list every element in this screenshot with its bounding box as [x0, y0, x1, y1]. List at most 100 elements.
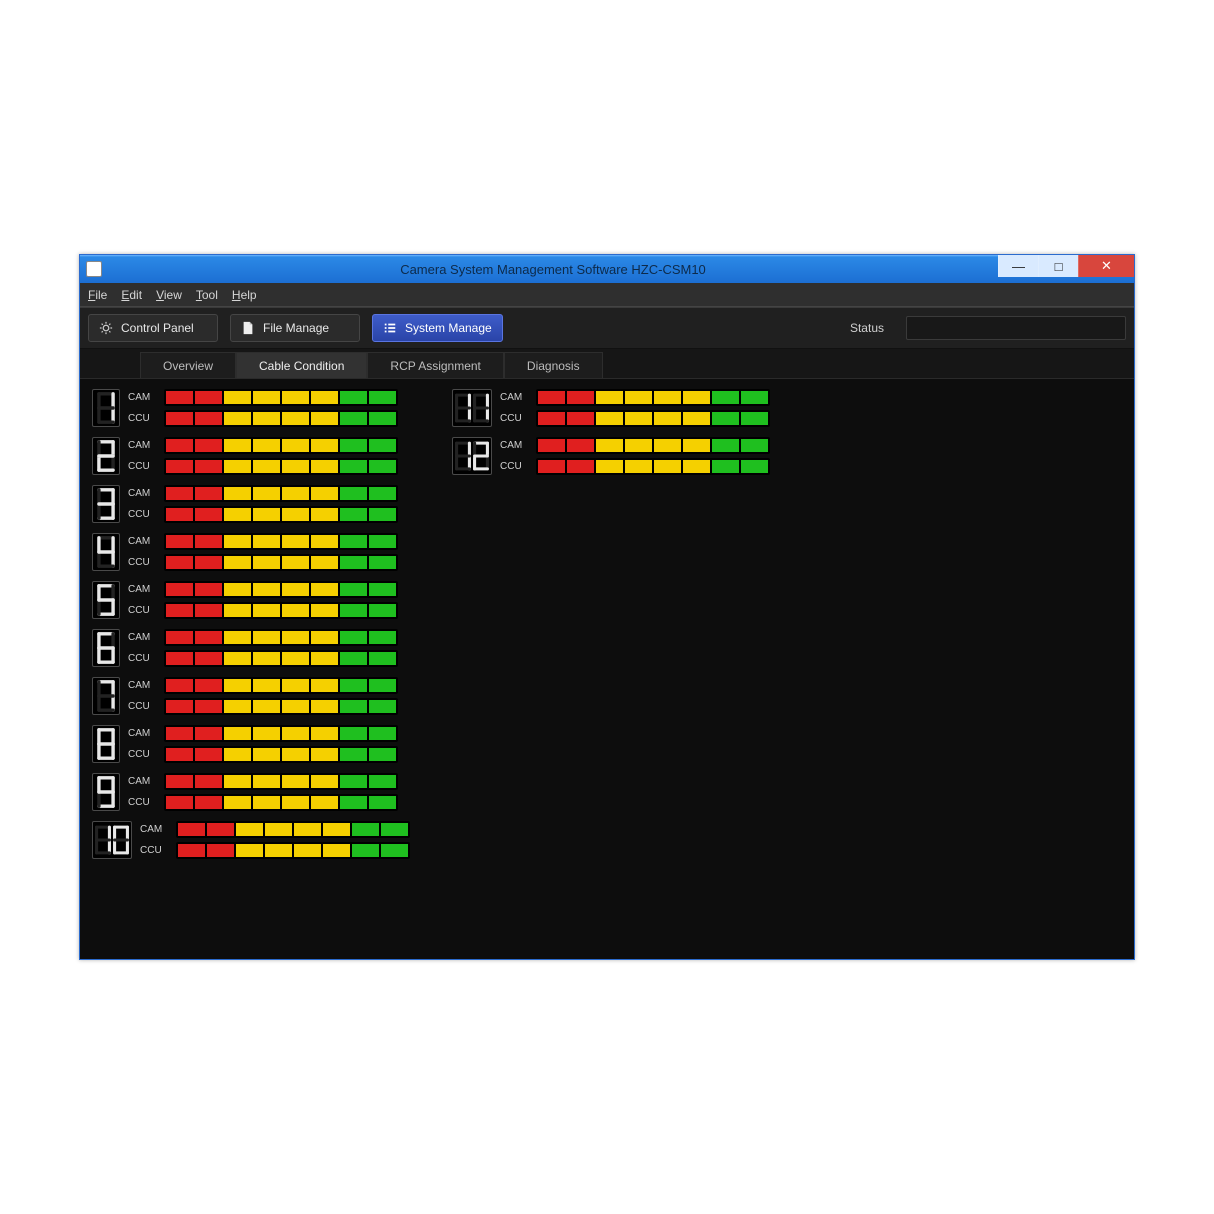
cam-label: CAM	[128, 632, 158, 643]
meter-segment	[282, 679, 309, 692]
meter-segment	[166, 604, 193, 617]
channel-rows: CAM CCU	[128, 629, 398, 667]
file-manage-label: File Manage	[263, 321, 329, 335]
meter-segment	[178, 844, 205, 857]
meter-segment	[253, 775, 280, 788]
channel-number-display	[92, 629, 120, 667]
channel-number-display	[92, 533, 120, 571]
ccu-meter	[176, 842, 410, 859]
channel-number-display	[452, 437, 492, 475]
meter-segment	[282, 652, 309, 665]
meter-segment	[340, 748, 367, 761]
meter-segment	[311, 535, 338, 548]
meter-segment	[282, 604, 309, 617]
meter-segment	[224, 535, 251, 548]
meter-segment	[195, 604, 222, 617]
channel-number-display	[92, 437, 120, 475]
meter-segment	[166, 556, 193, 569]
ccu-label: CCU	[140, 845, 170, 856]
meter-segment	[265, 823, 292, 836]
meter-segment	[166, 796, 193, 809]
meter-segment	[340, 583, 367, 596]
meter-segment	[195, 535, 222, 548]
ccu-label: CCU	[128, 557, 158, 568]
meter-segment	[311, 412, 338, 425]
channel-rows: CAM CCU	[500, 389, 770, 427]
meter-segment	[596, 412, 623, 425]
minimize-button[interactable]: —	[998, 255, 1038, 277]
close-button[interactable]: ✕	[1078, 255, 1134, 277]
meter-segment	[253, 556, 280, 569]
menu-file[interactable]: File	[88, 288, 107, 302]
channel-number-display	[92, 485, 120, 523]
meter-segment	[195, 796, 222, 809]
meter-segment	[265, 844, 292, 857]
file-manage-button[interactable]: File Manage	[230, 314, 360, 342]
ccu-label: CCU	[128, 605, 158, 616]
menu-edit[interactable]: Edit	[121, 288, 142, 302]
control-panel-button[interactable]: Control Panel	[88, 314, 218, 342]
channel-10: CAM CCU	[92, 821, 422, 859]
ccu-row: CCU	[500, 458, 770, 475]
channel-number-display	[92, 773, 120, 811]
meter-segment	[253, 604, 280, 617]
ccu-row: CCU	[128, 746, 398, 763]
meter-segment	[195, 508, 222, 521]
meter-segment	[166, 535, 193, 548]
tab-diagnosis[interactable]: Diagnosis	[504, 352, 603, 378]
meter-segment	[166, 583, 193, 596]
cam-meter	[164, 581, 398, 598]
meter-segment	[311, 631, 338, 644]
meter-segment	[369, 700, 396, 713]
meter-segment	[166, 679, 193, 692]
cam-meter	[164, 725, 398, 742]
meter-segment	[340, 652, 367, 665]
tab-cable-condition[interactable]: Cable Condition	[236, 352, 367, 378]
meter-segment	[224, 604, 251, 617]
ccu-row: CCU	[128, 554, 398, 571]
menu-help[interactable]: Help	[232, 288, 257, 302]
cam-row: CAM	[128, 773, 398, 790]
menu-tool[interactable]: Tool	[196, 288, 218, 302]
window-controls: — □ ✕	[998, 255, 1134, 283]
meter-segment	[369, 487, 396, 500]
content-area: CAM CCU CAM CCU CAM	[80, 379, 1134, 959]
meter-segment	[207, 844, 234, 857]
meter-segment	[311, 508, 338, 521]
meter-segment	[253, 439, 280, 452]
meter-segment	[195, 412, 222, 425]
menu-view[interactable]: View	[156, 288, 182, 302]
channel-number-display	[92, 821, 132, 859]
cam-row: CAM	[128, 725, 398, 742]
meter-segment	[224, 796, 251, 809]
maximize-button[interactable]: □	[1038, 255, 1078, 277]
meter-segment	[741, 391, 768, 404]
meter-segment	[253, 460, 280, 473]
meter-segment	[369, 796, 396, 809]
meter-segment	[625, 460, 652, 473]
meter-segment	[282, 508, 309, 521]
meter-segment	[282, 727, 309, 740]
system-manage-button[interactable]: System Manage	[372, 314, 503, 342]
meter-segment	[311, 796, 338, 809]
meter-segment	[741, 439, 768, 452]
tab-rcp-assignment[interactable]: RCP Assignment	[367, 352, 504, 378]
ccu-label: CCU	[500, 413, 530, 424]
meter-segment	[369, 508, 396, 521]
meter-segment	[369, 412, 396, 425]
ccu-label: CCU	[128, 749, 158, 760]
ccu-row: CCU	[128, 458, 398, 475]
channel-7: CAM CCU	[92, 677, 422, 715]
meter-segment	[282, 439, 309, 452]
window-title: Camera System Management Software HZC-CS…	[108, 262, 998, 277]
toolbar: Control Panel File Manage System Manage …	[80, 307, 1134, 349]
channel-11: CAM CCU	[452, 389, 782, 427]
channel-3: CAM CCU	[92, 485, 422, 523]
meter-segment	[340, 796, 367, 809]
tab-overview[interactable]: Overview	[140, 352, 236, 378]
ccu-label: CCU	[128, 509, 158, 520]
ccu-label: CCU	[128, 701, 158, 712]
cam-label: CAM	[128, 776, 158, 787]
meter-segment	[381, 844, 408, 857]
meter-segment	[166, 631, 193, 644]
